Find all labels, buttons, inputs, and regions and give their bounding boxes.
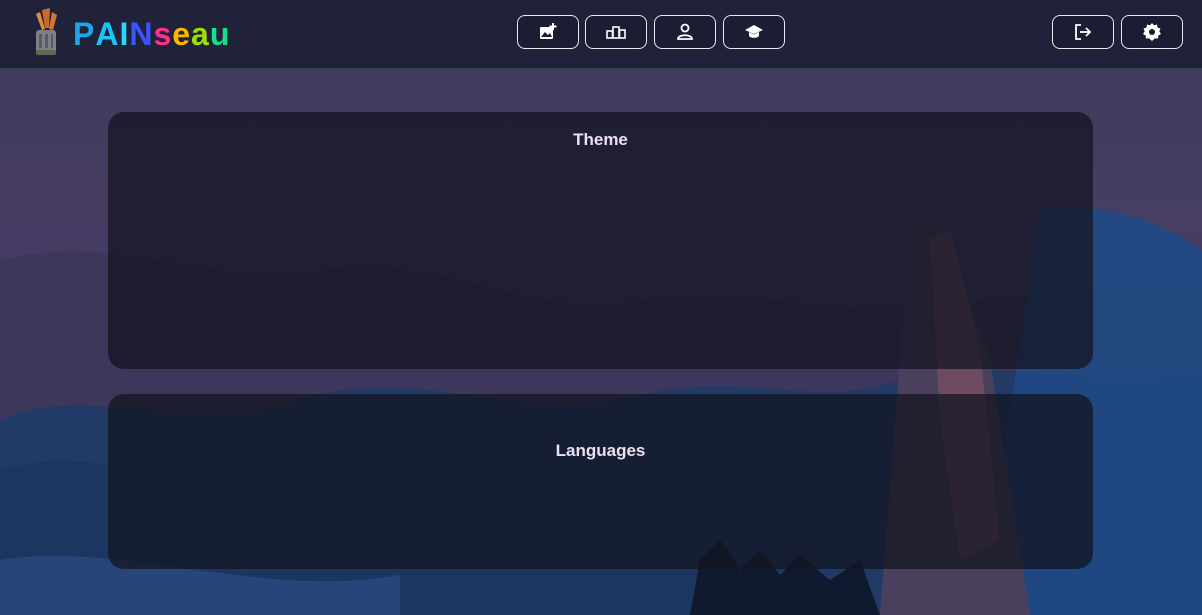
tutorial-button[interactable] [723, 15, 785, 49]
leaderboard-button[interactable] [585, 15, 647, 49]
gear-icon [1143, 23, 1161, 41]
profile-button[interactable] [654, 15, 716, 49]
logo-letter: a [191, 16, 210, 52]
logo-letter: s [153, 16, 173, 52]
paintbrush-pot-icon[interactable] [30, 6, 62, 58]
logo-letter: A [95, 16, 120, 52]
logo-letter: P [73, 16, 96, 52]
languages-section-title: Languages [555, 441, 646, 460]
graduation-cap-icon [745, 25, 763, 38]
podium-icon [606, 26, 626, 39]
languages-section: Languages [108, 394, 1093, 569]
logout-icon [1075, 24, 1092, 40]
logo-letter: u [209, 16, 231, 52]
theme-section-title: Theme [573, 130, 628, 149]
theme-section: Theme [108, 112, 1093, 369]
logout-button[interactable] [1052, 15, 1114, 49]
logo-letter: e [172, 16, 192, 52]
add-image-icon [540, 23, 557, 39]
top-navbar: PAINseau [0, 0, 1202, 69]
settings-button[interactable] [1121, 15, 1183, 49]
logo-letter: I [119, 16, 130, 52]
logo-letter: N [129, 16, 154, 52]
app-logo-text[interactable]: PAINseau [73, 14, 230, 54]
user-icon [677, 23, 693, 40]
add-image-button[interactable] [517, 15, 579, 49]
